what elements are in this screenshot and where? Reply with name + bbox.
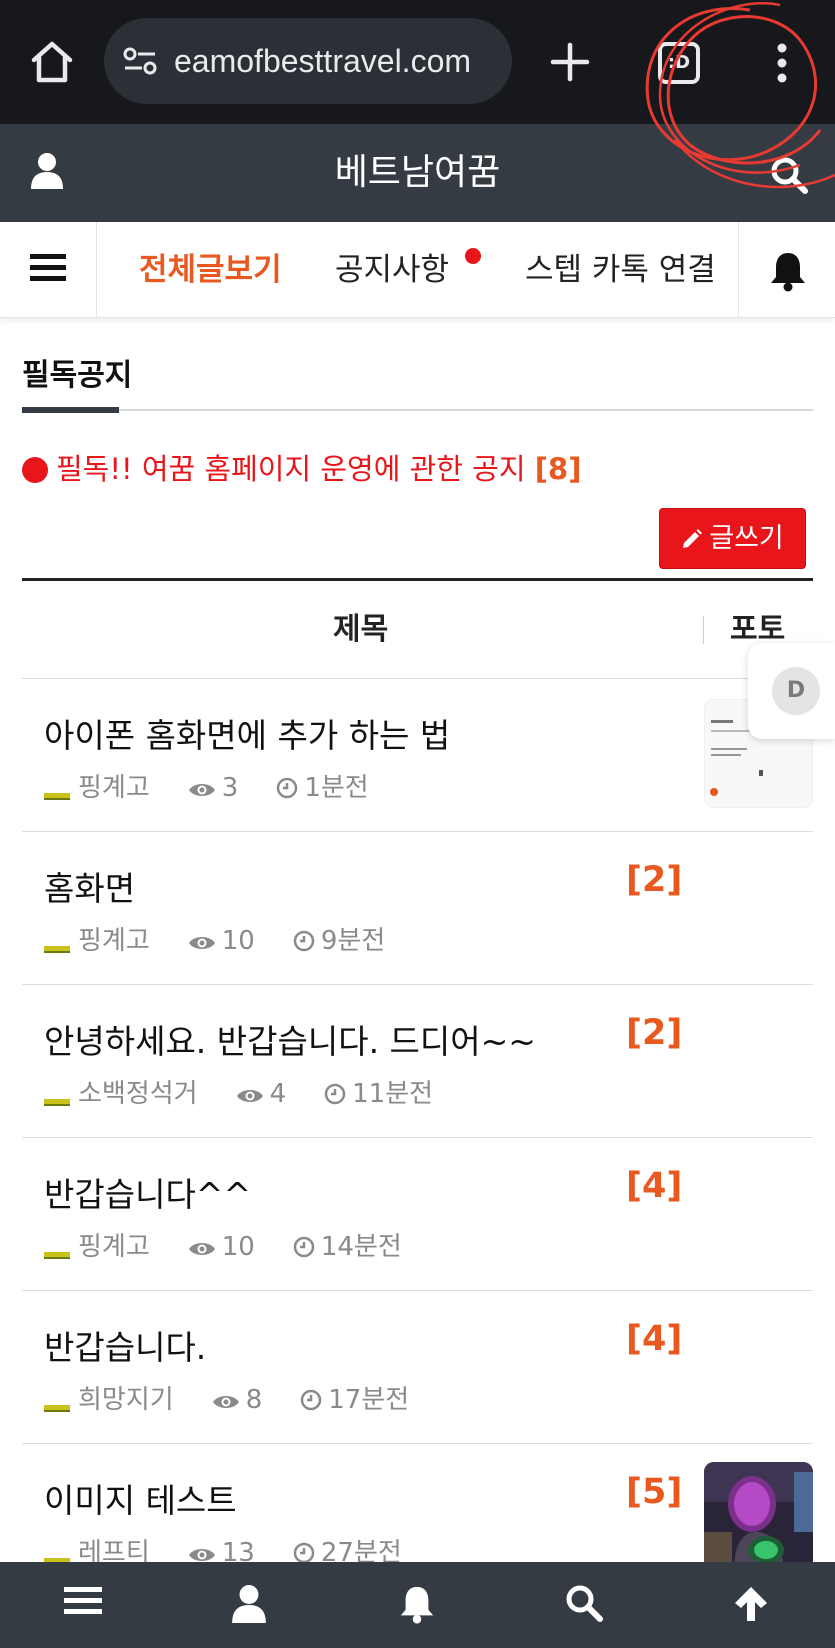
- post-meta: 핑계고 10 9분전: [44, 924, 385, 958]
- notice-section-title: 필독공지: [22, 358, 133, 393]
- site-title[interactable]: 베트남여꿈: [0, 124, 835, 222]
- new-tab-icon[interactable]: [548, 40, 592, 84]
- post-thumbnail[interactable]: [704, 1462, 813, 1571]
- bell-icon: [400, 1586, 434, 1624]
- post-title[interactable]: 이미지 테스트: [44, 1474, 237, 1522]
- tab-staff-kakao[interactable]: 스텝 카톡 연결: [525, 222, 716, 318]
- search-icon[interactable]: [770, 156, 808, 194]
- post-row[interactable]: 홈화면 [2] 핑계고 10 9분전: [22, 832, 813, 985]
- url-text[interactable]: eamofbesttravel.com: [174, 18, 504, 104]
- clock-icon: [300, 1389, 322, 1411]
- post-comment-count: [4]: [626, 1319, 683, 1359]
- user-icon[interactable]: [30, 152, 64, 190]
- post-meta: 희망지기 8 17분전: [44, 1383, 409, 1417]
- tab-notice[interactable]: 공지사항: [335, 222, 449, 318]
- post-row[interactable]: 반갑습니다. [4] 희망지기 8 17분전: [22, 1291, 813, 1444]
- site-header: 베트남여꿈: [0, 124, 835, 222]
- divider: [22, 409, 813, 411]
- floating-badge[interactable]: D: [748, 643, 835, 739]
- clock-icon: [324, 1083, 346, 1105]
- notice-link[interactable]: 필독!! 여꿈 홈페이지 운영에 관한 공지 [8]: [22, 448, 581, 490]
- post-meta: 핑계고 3 1분전: [44, 771, 369, 805]
- post-author[interactable]: 핑계고: [78, 1232, 150, 1262]
- bottom-navigation: [0, 1562, 835, 1648]
- home-icon[interactable]: [28, 38, 76, 86]
- column-header-title: 제목: [333, 612, 389, 647]
- bottom-nav-scroll-top[interactable]: [668, 1562, 835, 1648]
- bottom-nav-user[interactable]: [167, 1562, 334, 1648]
- tab-navigation: 전체글보기 공지사항 스텝 카톡 연결: [0, 222, 835, 318]
- bottom-nav-search[interactable]: [501, 1562, 668, 1648]
- post-author[interactable]: 핑계고: [78, 773, 150, 803]
- notice-bullet-icon: [22, 457, 48, 483]
- section-title-underline: [22, 407, 119, 413]
- member-level-icon: [44, 1405, 70, 1412]
- browser-toolbar: eamofbesttravel.com :D: [0, 0, 835, 124]
- post-time: 11분전: [352, 1079, 434, 1109]
- post-comment-count: [4]: [626, 1166, 683, 1206]
- arrow-up-icon: [735, 1587, 767, 1621]
- post-time: 17분전: [328, 1385, 410, 1415]
- hamburger-icon[interactable]: [0, 222, 97, 318]
- post-time: 1분전: [304, 773, 369, 803]
- notice-comment-count: [8]: [534, 452, 582, 486]
- bottom-nav-menu[interactable]: [0, 1562, 167, 1648]
- tab-all-posts[interactable]: 전체글보기: [139, 222, 282, 318]
- post-author[interactable]: 희망지기: [78, 1385, 174, 1415]
- clock-icon: [277, 777, 298, 799]
- bottom-nav-notifications[interactable]: [334, 1562, 501, 1648]
- member-level-icon: [44, 946, 70, 953]
- clock-icon: [293, 1542, 315, 1564]
- member-level-icon: [44, 793, 70, 800]
- eye-icon: [188, 784, 215, 796]
- eye-icon: [188, 937, 215, 949]
- table-top-border: [22, 578, 813, 581]
- pencil-icon: [683, 529, 703, 548]
- search-icon: [566, 1585, 603, 1622]
- floating-badge-label: D: [772, 667, 820, 715]
- clock-icon: [293, 930, 315, 952]
- post-author[interactable]: 소백정석거: [78, 1079, 198, 1109]
- post-comment-count: [2]: [626, 860, 683, 900]
- member-level-icon: [44, 1252, 70, 1259]
- write-post-label: 글쓰기: [709, 523, 784, 554]
- post-row[interactable]: 아이폰 홈화면에 추가 하는 법 핑계고 3 1분전: [22, 679, 813, 832]
- post-meta: 핑계고 10 14분전: [44, 1230, 402, 1264]
- site-settings-icon[interactable]: [122, 45, 158, 77]
- post-row[interactable]: 반갑습니다^^ [4] 핑계고 10 14분전: [22, 1138, 813, 1291]
- bell-icon[interactable]: [738, 222, 835, 318]
- write-post-button[interactable]: 글쓰기: [659, 508, 806, 569]
- post-author[interactable]: 핑계고: [78, 926, 150, 956]
- overflow-menu-icon[interactable]: [770, 42, 794, 84]
- member-level-icon: [44, 1099, 70, 1106]
- post-views: 3: [221, 773, 239, 803]
- post-title[interactable]: 반갑습니다^^: [44, 1168, 251, 1216]
- post-time: 9분전: [320, 926, 386, 956]
- post-time: 14분전: [320, 1232, 402, 1262]
- address-bar[interactable]: eamofbesttravel.com: [104, 18, 512, 104]
- post-views: 4: [269, 1079, 287, 1109]
- eye-icon: [212, 1396, 239, 1408]
- post-views: 8: [245, 1385, 263, 1415]
- post-meta: 소백정석거 4 11분전: [44, 1077, 433, 1111]
- clock-icon: [293, 1236, 315, 1258]
- hamburger-icon: [64, 1587, 102, 1614]
- notice-text[interactable]: 필독!! 여꿈 홈페이지 운영에 관한 공지: [56, 452, 526, 486]
- eye-icon: [236, 1090, 263, 1102]
- tab-switcher-icon[interactable]: :D: [658, 42, 700, 84]
- post-title[interactable]: 홈화면: [44, 862, 135, 910]
- eye-icon: [188, 1243, 215, 1255]
- tabs-scroller[interactable]: 전체글보기 공지사항 스텝 카톡 연결: [97, 222, 738, 318]
- post-views: 10: [221, 1232, 255, 1262]
- notice-new-dot: [465, 248, 481, 264]
- post-comment-count: [5]: [626, 1472, 683, 1512]
- post-title[interactable]: 안녕하세요. 반갑습니다. 드디어~~: [44, 1015, 536, 1063]
- post-comment-count: [2]: [626, 1013, 683, 1053]
- column-separator: [703, 616, 704, 644]
- post-views: 10: [221, 926, 255, 956]
- post-row[interactable]: 안녕하세요. 반갑습니다. 드디어~~ [2] 소백정석거 4 11분전: [22, 985, 813, 1138]
- post-title[interactable]: 아이폰 홈화면에 추가 하는 법: [44, 709, 450, 757]
- user-icon: [232, 1585, 266, 1623]
- post-title[interactable]: 반갑습니다.: [44, 1321, 206, 1369]
